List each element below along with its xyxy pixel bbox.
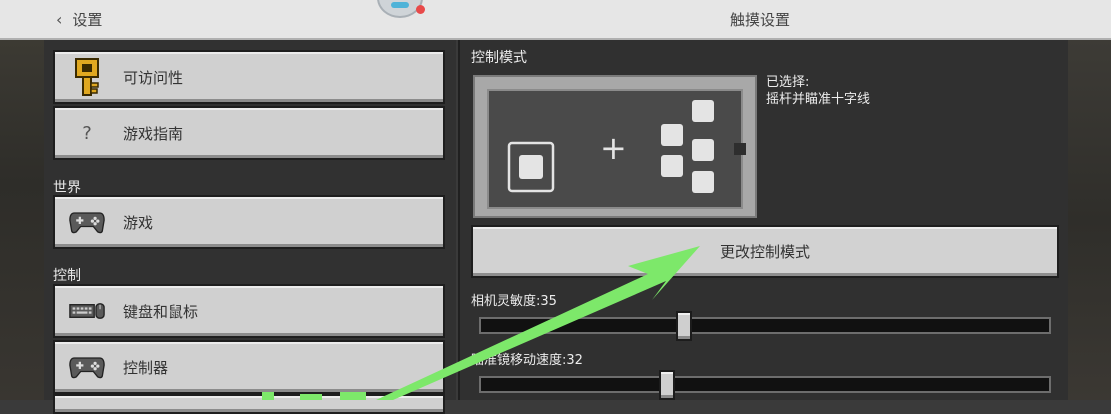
selected-mode: 已选择: 摇杆并瞄准十字线 — [766, 74, 870, 108]
device-button-icon — [734, 143, 746, 155]
sidebar-item-accessibility[interactable]: 可访问性 — [53, 50, 445, 104]
question-icon: ? — [82, 122, 92, 144]
selected-label: 已选择: — [766, 75, 810, 90]
scope-speed-label: 瞄准镜移动速度:32 — [471, 353, 583, 368]
chevron-left-icon: ‹ — [56, 9, 63, 29]
sidebar-item-label: 键盘和鼠标 — [123, 302, 199, 321]
keyboard-mouse-icon — [69, 293, 105, 329]
sidebar-item-keyboard-mouse[interactable]: 键盘和鼠标 — [53, 284, 445, 338]
gamepad-icon — [69, 349, 105, 385]
notification-dot — [416, 5, 425, 14]
sidebar-item-label: 可访问性 — [123, 68, 184, 87]
camera-sensitivity-handle[interactable] — [676, 311, 692, 341]
gamepad-icon — [69, 204, 105, 240]
sidebar-item-label: 游戏 — [123, 213, 154, 232]
sidebar-item-label: 控制器 — [123, 358, 169, 377]
sidebar-item-game[interactable]: 游戏 — [53, 195, 445, 249]
action-buttons-icon — [661, 100, 714, 193]
sidebar-item-game-guide[interactable]: ? 游戏指南 — [53, 106, 445, 160]
scope-speed-handle[interactable] — [659, 370, 675, 400]
camera-sensitivity-label: 相机灵敏度:35 — [471, 294, 557, 309]
scope-speed-slider[interactable] — [479, 376, 1051, 393]
change-control-mode-button[interactable]: 更改控制模式 — [471, 225, 1059, 278]
control-mode-title: 控制模式 — [471, 50, 527, 66]
selected-value: 摇杆并瞄准十字线 — [766, 92, 871, 107]
world-background-right — [1066, 40, 1111, 400]
page-title: 触摸设置 — [730, 11, 791, 29]
section-label-controls: 控制 — [53, 268, 81, 284]
preview-screen: + — [487, 89, 743, 209]
sidebar-item-next[interactable] — [53, 394, 445, 414]
section-label-world: 世界 — [53, 180, 81, 196]
back-button[interactable]: ‹ 设置 — [56, 9, 102, 29]
camera-sensitivity-slider[interactable] — [479, 317, 1051, 334]
control-mode-preview: + — [473, 75, 757, 218]
sidebar-item-label: 游戏指南 — [123, 124, 184, 143]
back-label: 设置 — [72, 10, 103, 29]
key-icon — [69, 58, 105, 96]
crosshair-icon: + — [600, 129, 627, 167]
world-background-left — [0, 40, 44, 400]
sidebar-item-controller[interactable]: 控制器 — [53, 340, 445, 394]
top-bar: ‹ 设置 触摸设置 — [0, 0, 1111, 40]
